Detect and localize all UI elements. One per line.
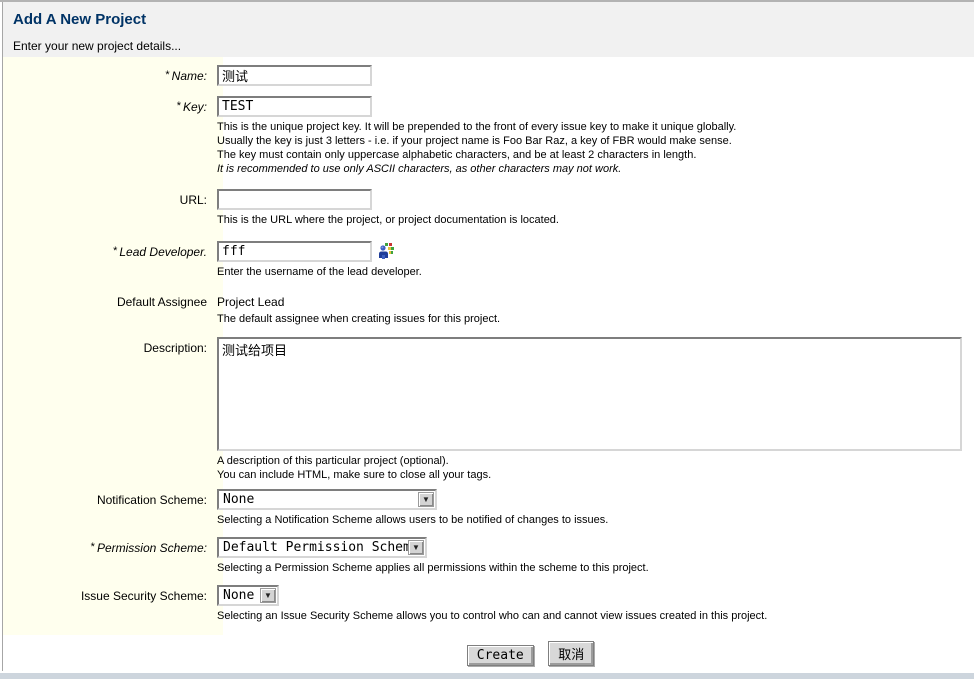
name-label: *Name:	[3, 65, 215, 86]
key-label: *Key:	[3, 96, 215, 176]
issue-security-scheme-select[interactable]: None ▼	[217, 585, 279, 606]
page-subtitle: Enter your new project details...	[13, 39, 974, 53]
field-row-description: Description: 测试给项目 A description of this…	[3, 337, 974, 482]
cancel-button[interactable]: 取消	[548, 641, 594, 666]
issue-security-scheme-label: Issue Security Scheme:	[3, 585, 215, 623]
footer-bar	[0, 673, 974, 679]
add-project-page: Add A New Project Enter your new project…	[2, 2, 974, 671]
key-input[interactable]	[217, 96, 372, 117]
field-row-name: *Name:	[3, 65, 974, 86]
required-marker: *	[177, 100, 181, 112]
permission-scheme-label: *Permission Scheme:	[3, 537, 215, 575]
description-help: A description of this particular project…	[217, 454, 974, 482]
notification-scheme-select[interactable]: None ▼	[217, 489, 437, 510]
page-header: Add A New Project Enter your new project…	[3, 2, 974, 57]
required-marker: *	[113, 245, 117, 257]
user-picker-button[interactable]	[378, 243, 394, 259]
chevron-down-icon: ▼	[408, 540, 424, 555]
field-row-notification-scheme: Notification Scheme: None ▼ Selecting a …	[3, 489, 974, 527]
description-label: Description:	[3, 337, 215, 482]
key-help: This is the unique project key. It will …	[217, 120, 974, 176]
required-marker: *	[91, 541, 95, 553]
description-textarea[interactable]: 测试给项目	[217, 337, 962, 451]
user-picker-icon	[378, 243, 394, 259]
issue-security-scheme-help: Selecting an Issue Security Scheme allow…	[217, 609, 974, 623]
notification-scheme-help: Selecting a Notification Scheme allows u…	[217, 513, 974, 527]
url-help: This is the URL where the project, or pr…	[217, 213, 974, 227]
default-assignee-value: Project Lead	[217, 291, 974, 309]
permission-scheme-help: Selecting a Permission Scheme applies al…	[217, 561, 974, 575]
lead-developer-input[interactable]	[217, 241, 372, 262]
default-assignee-label: Default Assignee	[3, 291, 215, 326]
field-row-permission-scheme: *Permission Scheme: Default Permission S…	[3, 537, 974, 575]
permission-scheme-select[interactable]: Default Permission Scheme ▼	[217, 537, 427, 558]
field-row-lead-developer: *Lead Developer. Enter the username of t…	[3, 241, 974, 279]
field-row-key: *Key: This is the unique project key. It…	[3, 96, 974, 176]
page-title: Add A New Project	[13, 11, 974, 28]
name-input[interactable]	[217, 65, 372, 86]
field-row-issue-security-scheme: Issue Security Scheme: None ▼ Selecting …	[3, 585, 974, 635]
notification-scheme-label: Notification Scheme:	[3, 489, 215, 527]
create-button[interactable]: Create	[467, 645, 534, 666]
required-marker: *	[165, 69, 169, 81]
field-row-default-assignee: Default Assignee Project Lead The defaul…	[3, 291, 974, 326]
url-label: URL:	[3, 189, 215, 227]
form-actions: Create 取消	[3, 635, 974, 671]
project-form: *Name: *Key: This is the unique project …	[3, 57, 974, 635]
lead-developer-label: *Lead Developer.	[3, 241, 215, 279]
lead-developer-help: Enter the username of the lead developer…	[217, 265, 974, 279]
chevron-down-icon: ▼	[260, 588, 276, 603]
url-input[interactable]	[217, 189, 372, 210]
default-assignee-help: The default assignee when creating issue…	[217, 312, 974, 326]
field-row-url: URL: This is the URL where the project, …	[3, 189, 974, 227]
chevron-down-icon: ▼	[418, 492, 434, 507]
